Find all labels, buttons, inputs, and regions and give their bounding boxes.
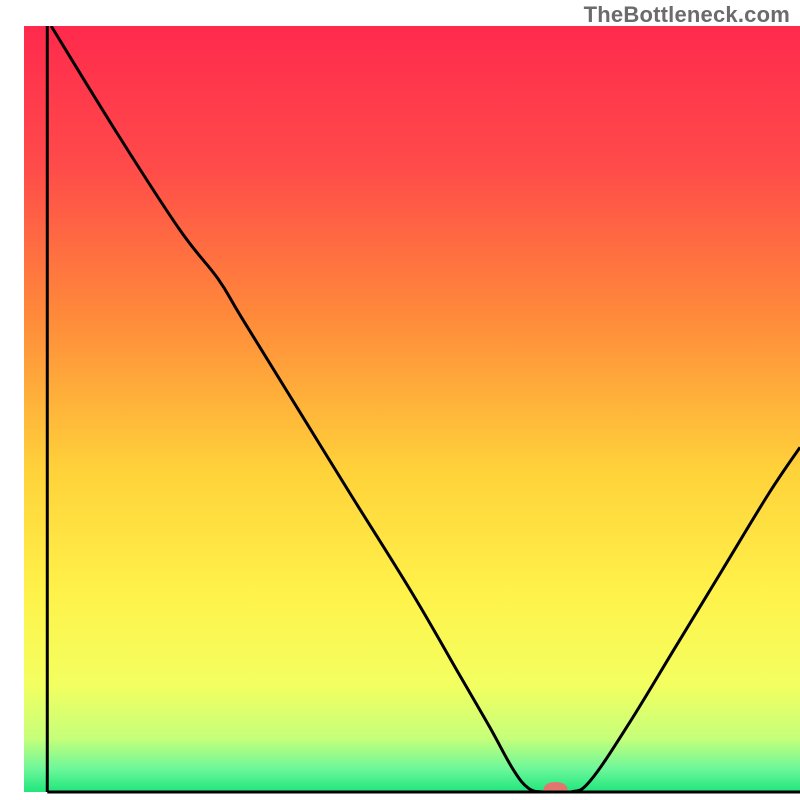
chart-svg: [0, 0, 800, 800]
optimal-point-marker: [544, 782, 568, 796]
bottleneck-chart: TheBottleneck.com: [0, 0, 800, 800]
gradient-background: [24, 26, 800, 792]
watermark-label: TheBottleneck.com: [584, 2, 790, 28]
